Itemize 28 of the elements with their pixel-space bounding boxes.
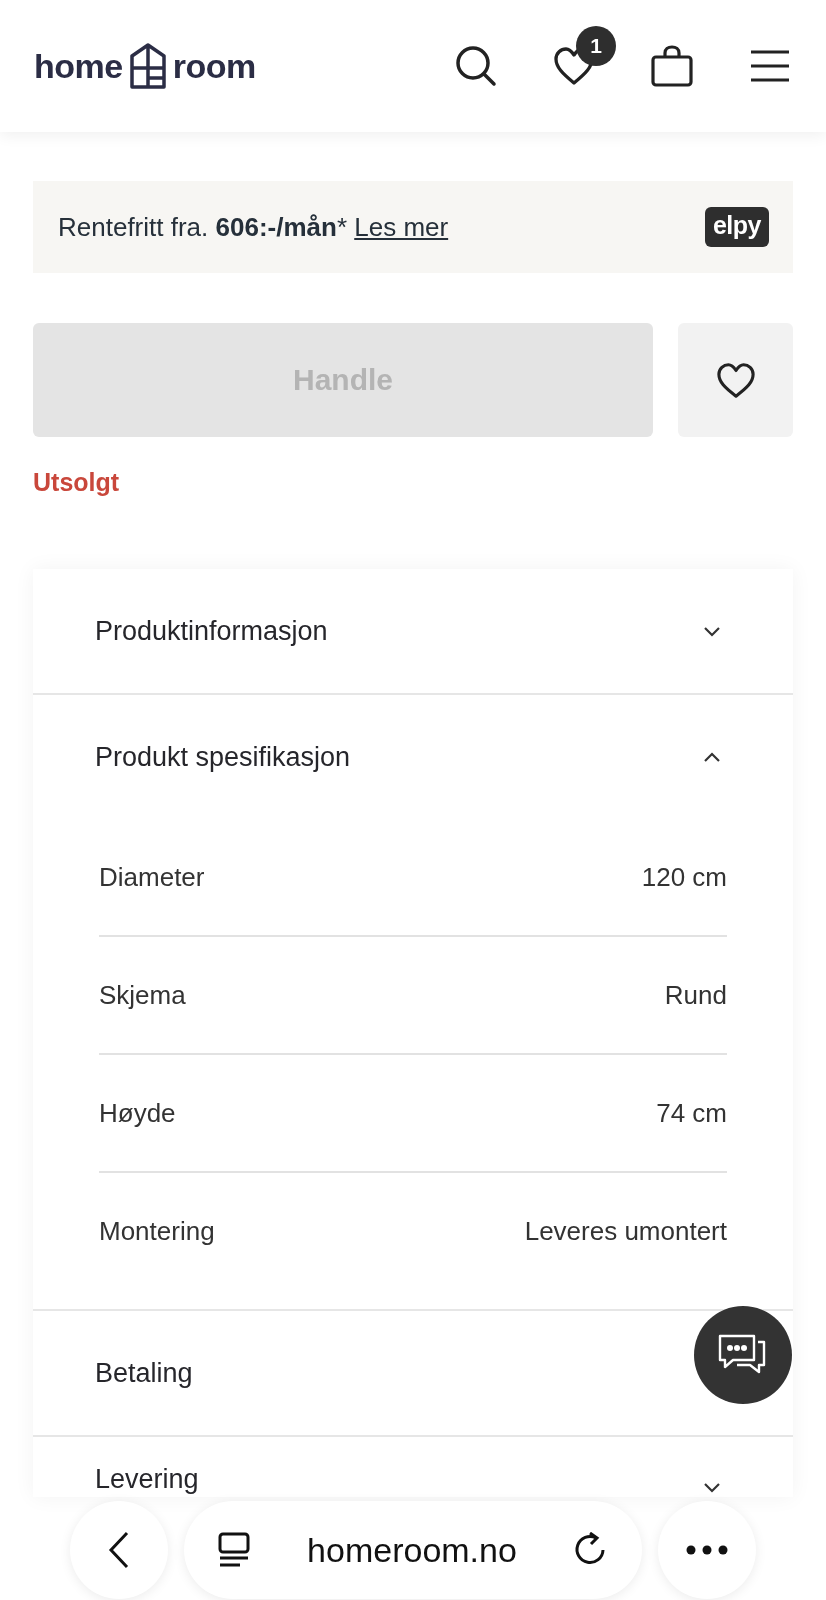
spec-value: Leveres umontert [524,1215,727,1247]
search-icon[interactable] [454,44,498,88]
financing-text: Rentefritt fra. 606:-/mån* Les mer [58,211,449,243]
spec-value: Rund [664,979,727,1011]
house-logo-icon [128,42,167,90]
heart-icon [714,361,757,399]
stock-status: Utsolgt [33,468,121,497]
spec-value: 120 cm [641,861,727,893]
provider-logo: elpy [704,207,769,247]
shopping-bag-icon[interactable] [650,44,694,88]
accordion-header[interactable]: Produkt spesifikasjon [33,695,793,819]
wishlist-button[interactable] [678,323,793,437]
tabs-icon [218,1532,250,1568]
spec-label: Diameter [99,861,205,893]
read-more-link[interactable]: Les mer [354,211,449,242]
accordion-header[interactable]: Levering [33,1437,793,1497]
spec-value: 74 cm [656,1097,727,1129]
spec-label: Høyde [99,1097,176,1129]
address-bar[interactable]: homeroom.no [184,1501,642,1599]
wishlist-count-badge: 1 [576,26,616,66]
more-icon [686,1545,728,1555]
spec-label: Skjema [99,979,186,1011]
spec-label: Montering [99,1215,215,1247]
accordion-header[interactable]: Produktinformasjon [33,569,793,693]
accordion-header[interactable]: Betaling [33,1311,793,1435]
logo-text: home [34,46,123,86]
logo-text: room [172,46,256,86]
url-text: homeroom.no [306,1530,518,1570]
